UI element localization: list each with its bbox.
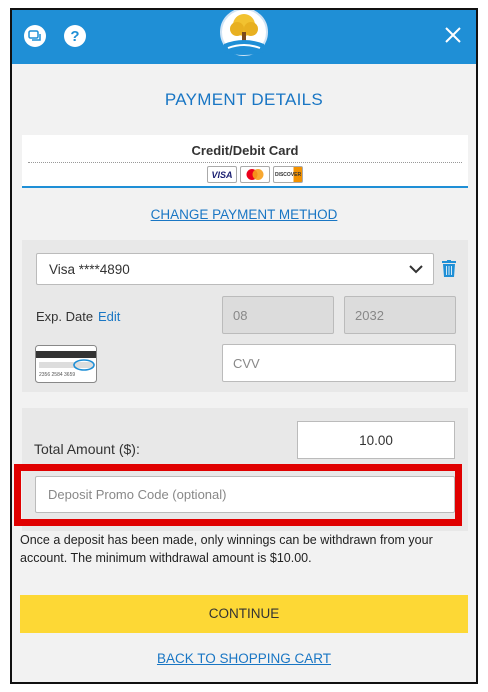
payment-method-name: Credit/Debit Card: [191, 143, 299, 158]
withdrawal-notice: Once a deposit has been made, only winni…: [20, 533, 433, 565]
page-title: PAYMENT DETAILS: [164, 90, 324, 109]
chevron-down-icon: [409, 265, 423, 274]
help-icon[interactable]: ?: [64, 25, 86, 47]
change-payment-method-link[interactable]: CHANGE PAYMENT METHOD: [12, 207, 476, 222]
cvv-input[interactable]: CVV: [222, 344, 456, 382]
divider: [28, 162, 462, 163]
exp-year-field: 2032: [344, 296, 456, 334]
exp-month-field: 08: [222, 296, 334, 334]
exp-date-label: Exp. Date: [36, 309, 94, 324]
close-icon[interactable]: [440, 22, 466, 48]
saved-card-select[interactable]: Visa ****4890: [36, 253, 434, 285]
cvv-card-sample: 2356 2584 3659: [39, 372, 75, 378]
back-to-cart-link[interactable]: BACK TO SHOPPING CART: [12, 651, 476, 666]
discover-logo: DISCOVER: [273, 166, 303, 183]
visa-logo: VISA: [207, 166, 237, 183]
tree-logo-icon: [220, 10, 268, 56]
mastercard-logo: [240, 166, 270, 183]
chat-icon[interactable]: [24, 25, 46, 47]
saved-card-panel: Visa ****4890 Exp. Date Edit 08 2032 235…: [22, 240, 468, 392]
payment-method-card: Credit/Debit Card VISA DISCOVER: [22, 135, 468, 188]
continue-button[interactable]: CONTINUE: [20, 595, 468, 633]
dialog-header: ?: [12, 10, 476, 64]
cvv-card-icon: 2356 2584 3659: [35, 345, 97, 383]
trash-icon[interactable]: [442, 260, 456, 277]
total-amount-input[interactable]: 10.00: [297, 421, 455, 459]
total-amount-label: Total Amount ($):: [34, 441, 140, 457]
card-brands: VISA DISCOVER: [207, 166, 303, 183]
promo-code-input[interactable]: Deposit Promo Code (optional): [35, 476, 455, 513]
edit-exp-date-link[interactable]: Edit: [98, 309, 120, 324]
payment-dialog: ? PAYMENT DETAILS Credit/Debit Card VISA: [10, 8, 478, 684]
saved-card-value: Visa ****4890: [49, 262, 130, 277]
